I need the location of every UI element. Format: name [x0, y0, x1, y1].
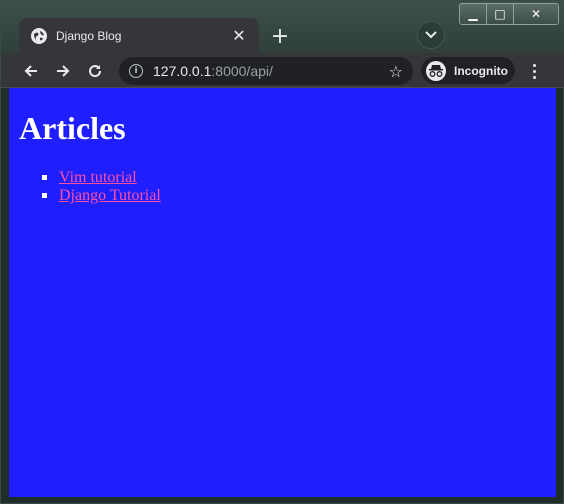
article-link-vim-tutorial[interactable]: Vim tutorial	[59, 169, 137, 186]
reload-icon	[89, 65, 102, 78]
back-button[interactable]	[19, 59, 43, 83]
browser-window: Django Blog ✕ + ▁ □ ✕ i 127.0.0.1:8000/…	[0, 0, 564, 504]
address-bar[interactable]: i 127.0.0.1 :8000/api/ ☆	[119, 57, 413, 85]
back-arrow-icon	[24, 65, 37, 77]
maximize-button[interactable]: □	[487, 4, 514, 24]
article-link-django-tutorial[interactable]: Django Tutorial	[59, 187, 161, 204]
list-item: Django Tutorial	[42, 187, 161, 205]
tab-close-icon[interactable]: ✕	[231, 26, 247, 45]
page-viewport: Articles Vim tutorial Django Tutorial	[9, 88, 556, 497]
url-host: 127.0.0.1	[153, 63, 212, 79]
tab-search-button[interactable]	[417, 21, 445, 49]
browser-toolbar: i 127.0.0.1 :8000/api/ ☆ Incognito	[1, 53, 564, 88]
chevron-down-icon	[425, 31, 437, 39]
url-path: :8000/api/	[211, 63, 273, 79]
forward-button[interactable]	[51, 59, 75, 83]
incognito-icon	[426, 60, 446, 81]
forward-arrow-icon	[57, 65, 70, 77]
incognito-label: Incognito	[454, 63, 508, 78]
site-info-icon[interactable]: i	[129, 64, 143, 78]
new-tab-button[interactable]: +	[267, 23, 293, 49]
more-menu-icon[interactable]	[525, 59, 543, 83]
incognito-profile-button[interactable]: Incognito	[421, 57, 515, 84]
page-title: Articles	[19, 110, 126, 146]
list-item: Vim tutorial	[42, 169, 161, 187]
minimize-button[interactable]: ▁	[460, 4, 487, 24]
globe-icon	[31, 27, 47, 44]
tab-strip: Django Blog ✕ + ▁ □ ✕	[1, 1, 564, 53]
bookmark-star-icon[interactable]: ☆	[389, 62, 403, 81]
article-list: Vim tutorial Django Tutorial	[42, 169, 161, 205]
window-controls: ▁ □ ✕	[459, 3, 559, 25]
tab-django-blog[interactable]: Django Blog ✕	[19, 18, 259, 53]
reload-button[interactable]	[83, 59, 107, 83]
close-button[interactable]: ✕	[514, 4, 558, 24]
tab-title: Django Blog	[56, 28, 122, 43]
